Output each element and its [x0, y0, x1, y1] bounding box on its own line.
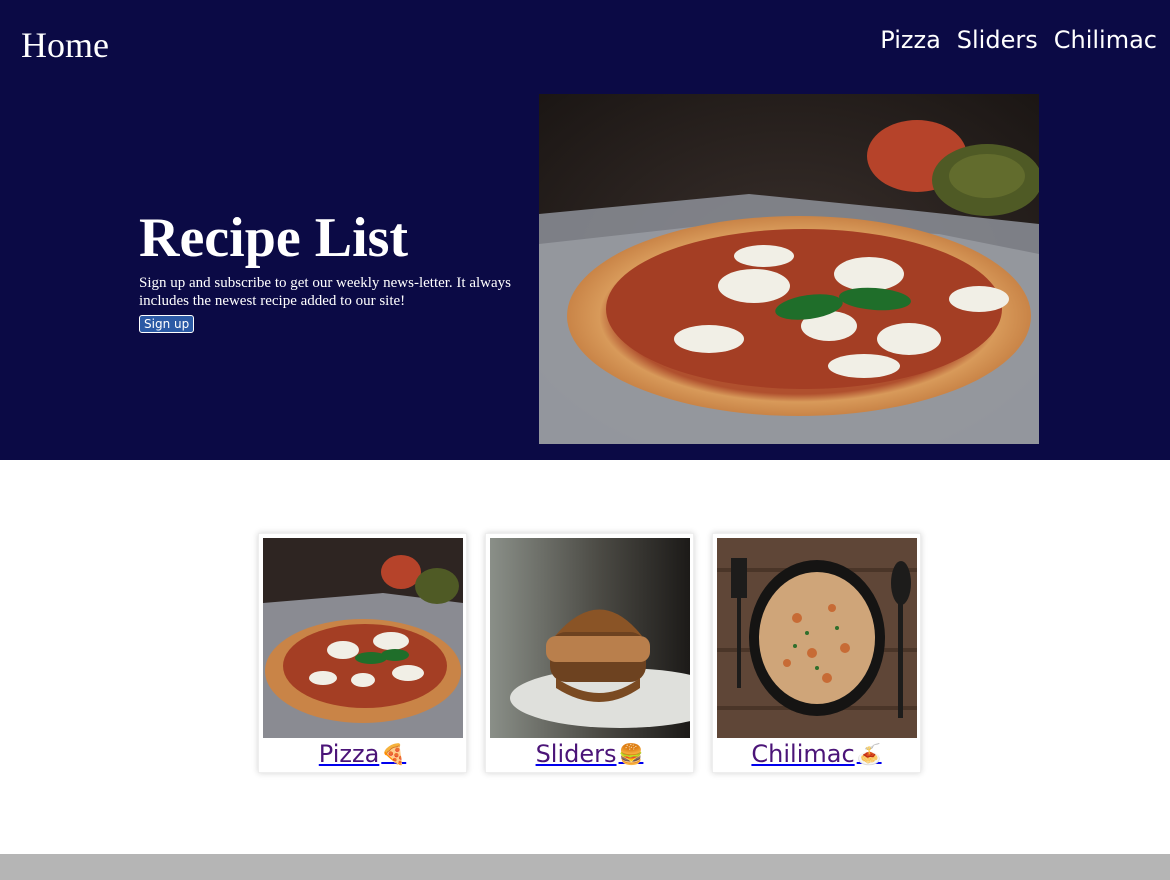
card-label-chilimac: Chilimac: [751, 740, 855, 768]
pizza-image: [263, 538, 463, 738]
chilimac-image: [717, 538, 917, 738]
header: Home Pizza Sliders Chilimac Recipe List …: [0, 0, 1170, 460]
card-caption-pizza: Pizza 🍕: [263, 738, 462, 770]
footer: [0, 854, 1170, 880]
card-label-sliders: Sliders: [535, 740, 617, 768]
home-link[interactable]: Home: [21, 24, 109, 66]
hero-title: Recipe List: [139, 207, 409, 269]
recipe-cards: Pizza 🍕 Sliders 🍔 Chilimac 🍝: [258, 533, 921, 773]
pasta-icon: 🍝: [856, 742, 882, 766]
card-label-pizza: Pizza: [318, 740, 380, 768]
recipe-card-chilimac[interactable]: Chilimac 🍝: [712, 533, 921, 773]
hero-pizza-image: [539, 94, 1039, 444]
nav-link-chilimac[interactable]: Chilimac: [1054, 26, 1157, 54]
signup-button[interactable]: Sign up: [139, 315, 195, 333]
card-caption-chilimac: Chilimac 🍝: [717, 738, 916, 770]
card-caption-sliders: Sliders 🍔: [490, 738, 689, 770]
recipe-card-sliders[interactable]: Sliders 🍔: [485, 533, 694, 773]
burger-icon: 🍔: [618, 742, 644, 766]
nav-link-pizza[interactable]: Pizza: [880, 26, 941, 54]
hero-description: Sign up and subscribe to get our weekly …: [139, 275, 511, 309]
nav-link-sliders[interactable]: Sliders: [957, 26, 1038, 54]
sliders-image: [490, 538, 690, 738]
recipe-card-pizza[interactable]: Pizza 🍕: [258, 533, 467, 773]
top-nav: Pizza Sliders Chilimac: [880, 26, 1157, 54]
hero-text: Recipe List Sign up and subscribe to get…: [139, 208, 539, 333]
pizza-icon: 🍕: [381, 742, 407, 766]
